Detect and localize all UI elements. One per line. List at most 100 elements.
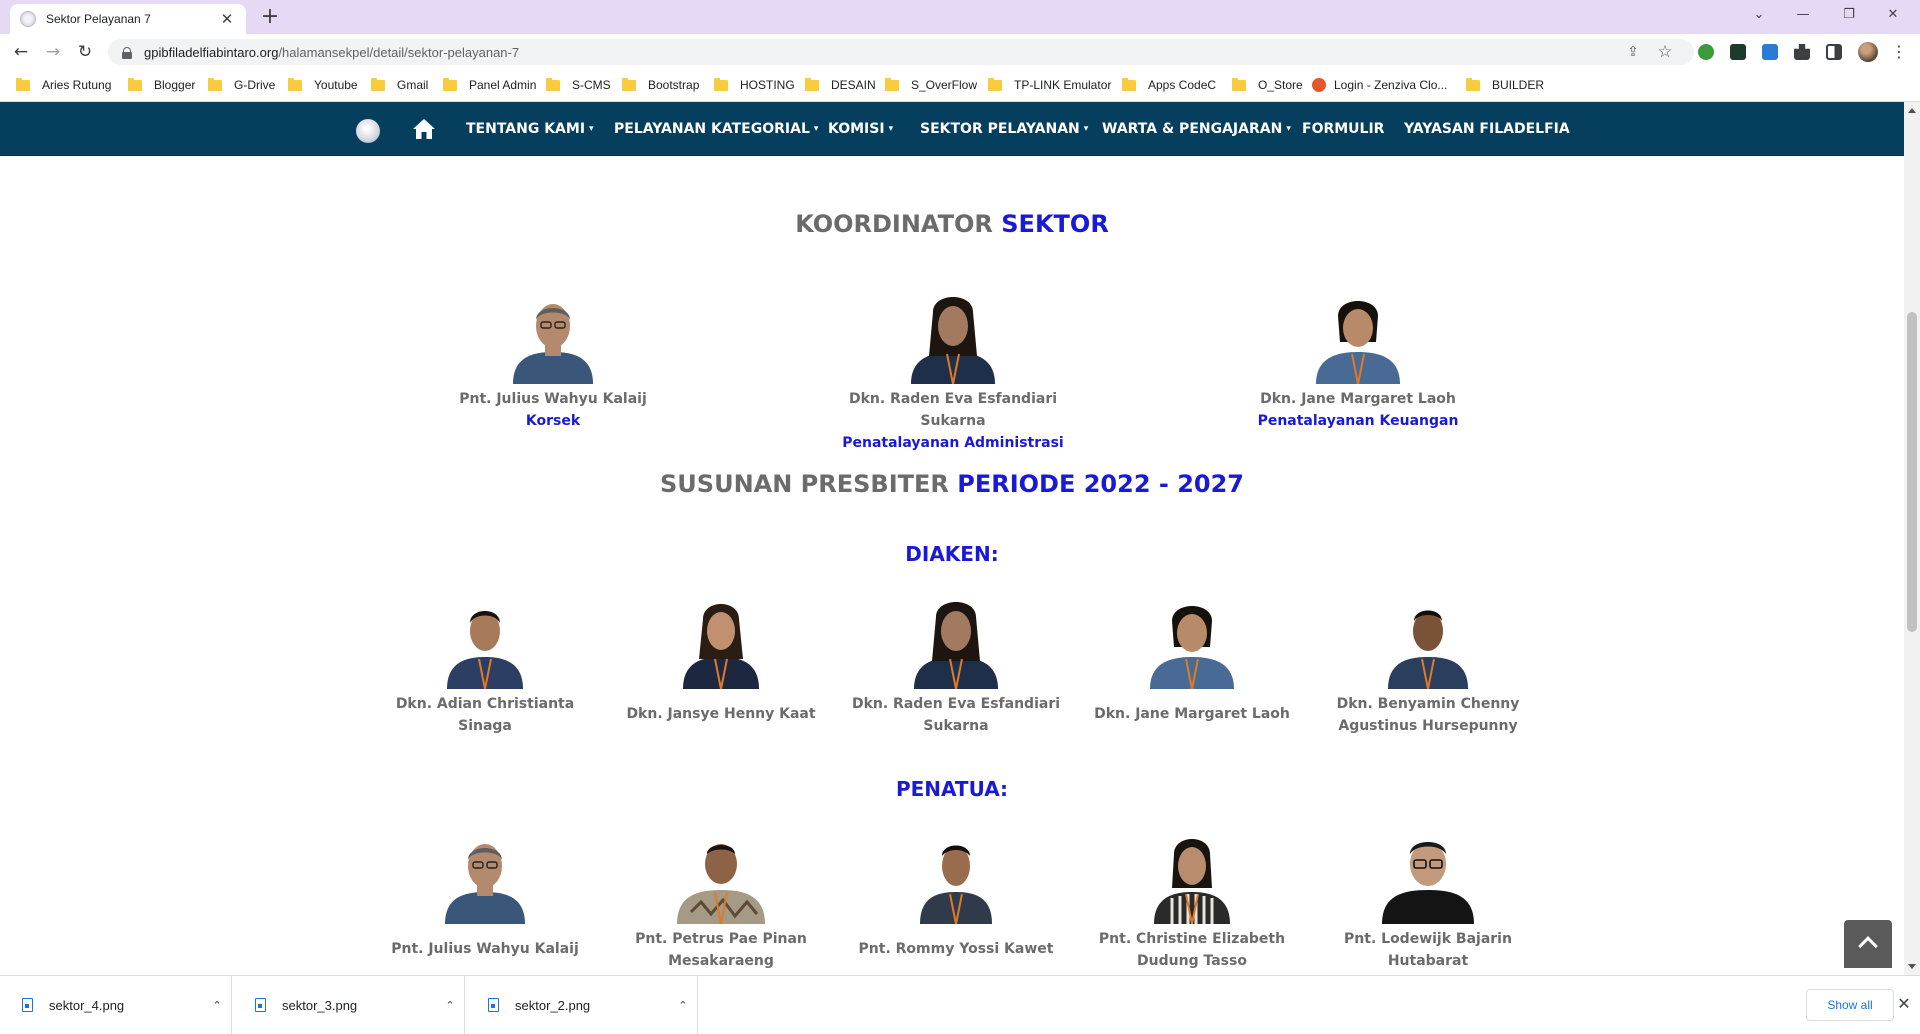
bookmark-gmail[interactable]: Gmail [371,77,428,92]
nav-komisi[interactable]: KOMISI ▾ [828,102,893,156]
bookmark-youtube[interactable]: Youtube [288,77,358,92]
chevron-up-icon[interactable]: ⌃ [436,999,464,1012]
koordinator-card: Pnt. Julius Wahyu Kalaij Korsek [433,292,673,432]
close-window-icon[interactable]: ✕ [1876,4,1910,26]
folder-icon [988,77,1002,91]
penatua-card: Pnt. Julius Wahyu Kalaij [365,832,605,960]
folder-icon [1466,77,1480,91]
scrollbar-thumb[interactable] [1907,312,1917,632]
bookmark-g-drive[interactable]: G-Drive [208,77,275,92]
extensions-puzzle-icon[interactable] [1794,44,1810,60]
browser-toolbar: ← → ↻ gpibfiladelfiabintaro.org/halamans… [0,34,1920,70]
file-icon [255,998,266,1012]
bookmark-panel-admin[interactable]: Panel Admin [443,77,536,92]
bookmark-builder[interactable]: BUILDER [1466,77,1544,92]
person-name: Pnt. Lodewijk Bajarin Hutabarat [1344,931,1512,969]
back-icon[interactable]: ← [8,39,34,65]
extension-dark-icon[interactable] [1730,44,1746,60]
penatua-card: Pnt. Rommy Yossi Kawet [836,832,1076,960]
download-item[interactable]: sektor_4.png ⌃ [0,976,232,1034]
nav-yayasan-filadelfia[interactable]: YAYASAN FILADELFIA [1404,102,1570,156]
caret-down-icon: ▾ [813,124,819,134]
chevron-up-icon[interactable]: ⌃ [669,999,697,1012]
scroll-to-top-button[interactable] [1844,920,1892,968]
folder-icon [622,77,636,91]
bookmark-s-cms[interactable]: S-CMS [546,77,611,92]
nav-formulir[interactable]: FORMULIR [1302,102,1384,156]
bookmark-hosting[interactable]: HOSTING [714,77,795,92]
nav-tentang-kami[interactable]: TENTANG KAMI ▾ [466,102,594,156]
person-name: Dkn. Raden Eva Esfandiari Sukarna [848,391,1058,429]
person-name: Pnt. Julius Wahyu Kalaij [391,941,579,957]
nav-sektor-pelayanan[interactable]: SEKTOR PELAYANAN ▾ [920,102,1088,156]
person-photo [683,604,759,689]
person-name: Dkn. Adian Christianta Sinaga [395,696,575,734]
person-role: Korsek [525,413,581,429]
folder-icon [546,77,560,91]
download-item[interactable]: sektor_3.png ⌃ [233,976,465,1034]
home-icon[interactable] [412,118,436,140]
extension-green-icon[interactable] [1698,44,1714,60]
folder-icon [16,77,30,91]
person-photo [914,602,998,689]
lock-icon[interactable] [122,46,132,59]
tab-close-icon[interactable]: ✕ [218,10,236,28]
download-item[interactable]: sektor_2.png ⌃ [466,976,698,1034]
bookmark-s-overflow[interactable]: S_OverFlow [885,77,977,92]
browser-tab-strip: Sektor Pelayanan 7 ✕ + ⌄ — ❐ ✕ [0,0,1920,34]
diaken-heading: DIAKEN: [905,542,999,566]
address-bar[interactable]: gpibfiladelfiabintaro.org/halamansekpel/… [108,39,1694,65]
page-scrollbar[interactable] [1904,102,1920,975]
scroll-up-icon[interactable] [1908,108,1916,113]
penatua-heading: PENATUA: [895,777,1009,801]
bookmark-login-zenziva[interactable]: Login - Zenziva Clo... [1312,78,1447,92]
folder-icon [128,77,142,91]
person-photo [513,304,593,384]
reload-icon[interactable]: ↻ [72,39,98,65]
bookmark-star-icon[interactable]: ☆ [1652,39,1678,65]
person-name: Dkn. Raden Eva Esfandiari Sukarna [851,696,1061,734]
show-all-downloads-button[interactable]: Show all [1806,989,1894,1021]
forward-icon[interactable]: → [40,39,66,65]
download-shelf: sektor_4.png ⌃ sektor_3.png ⌃ sektor_2.p… [0,975,1920,1034]
minimize-icon[interactable]: — [1786,4,1820,26]
person-photo [920,845,992,924]
scroll-down-icon[interactable] [1908,964,1916,969]
browser-menu-icon[interactable]: ⋮ [1886,39,1912,65]
extension-blue-icon[interactable] [1762,44,1778,60]
person-photo [1154,839,1230,924]
person-name: Dkn. Jane Margaret Laoh [1260,391,1456,407]
new-tab-button[interactable]: + [256,4,284,32]
nav-pelayanan-kategorial[interactable]: PELAYANAN KATEGORIAL ▾ [614,102,818,156]
folder-icon [288,77,302,91]
person-photo [911,297,995,384]
person-name: Pnt. Rommy Yossi Kawet [858,941,1054,957]
person-name: Pnt. Christine Elizabeth Dudung Tasso [1098,931,1286,969]
bookmark-o-store[interactable]: O_Store [1232,77,1303,92]
close-shelf-icon[interactable]: ✕ [1892,991,1916,1019]
diaken-card: Dkn. Adian Christianta Sinaga [365,597,605,737]
share-icon[interactable]: ⇪ [1620,39,1646,65]
bookmark-bootstrap[interactable]: Bootstrap [622,77,699,92]
bookmark-aries-rutung[interactable]: Aries Rutung [16,77,111,92]
caret-down-icon: ▾ [589,124,594,134]
bookmark-apps-codec[interactable]: Apps CodeC [1122,77,1216,92]
tab-title: Sektor Pelayanan 7 [46,12,151,26]
person-photo [1316,301,1400,384]
tab-search-icon[interactable]: ⌄ [1742,4,1776,26]
bookmark-tp-link-emulator[interactable]: TP-LINK Emulator [988,77,1111,92]
person-photo [1382,842,1474,924]
file-icon [488,998,499,1012]
side-panel-icon[interactable] [1826,44,1842,60]
restore-icon[interactable]: ❐ [1832,4,1866,26]
folder-icon [1232,77,1246,91]
nav-warta-pengajaran[interactable]: WARTA & PENGAJARAN ▾ [1102,102,1291,156]
person-role: Penatalayanan Keuangan [1257,413,1459,429]
church-logo[interactable] [356,119,380,143]
bookmark-desain[interactable]: DESAIN [805,77,876,92]
download-filename: sektor_3.png [282,997,358,1013]
profile-avatar[interactable] [1858,42,1878,62]
browser-tab[interactable]: Sektor Pelayanan 7 ✕ [10,4,246,34]
chevron-up-icon[interactable]: ⌃ [203,999,231,1012]
bookmark-blogger[interactable]: Blogger [128,77,195,92]
